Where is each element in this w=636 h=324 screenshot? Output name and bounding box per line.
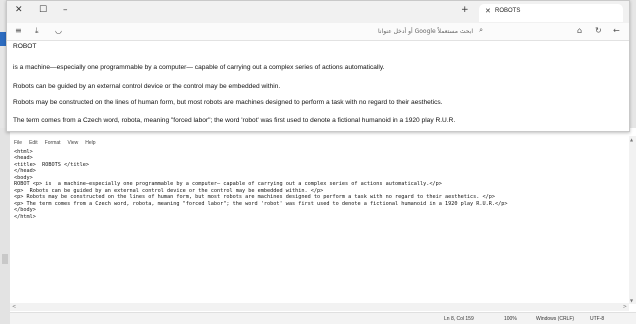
scroll-right-icon[interactable]: > [623, 304, 627, 310]
toolbar: ≡ ⤓ ◡ ابحث مستعملاً Google أو أدخل عنوان… [7, 23, 629, 41]
minimize-icon[interactable]: – [63, 5, 68, 15]
browser-window: ✕ ☐ – + ✕ ROBOTS ≡ ⤓ ◡ ابحث مستعملاً Goo… [6, 0, 630, 132]
tab-title: ROBOTS [495, 8, 521, 14]
editor-line: </html> [14, 213, 36, 220]
encoding: UTF-8 [590, 316, 605, 322]
paragraph: is a machine—especially one programmable… [13, 64, 385, 71]
menu-view[interactable]: View [68, 140, 79, 146]
menu-icon[interactable]: ≡ [15, 26, 22, 35]
scroll-up-icon[interactable]: ▲ [630, 137, 633, 142]
close-window-icon[interactable]: ✕ [15, 5, 23, 15]
download-icon[interactable]: ⤓ [35, 26, 39, 36]
page-heading: ROBOT [13, 43, 37, 50]
menu-edit[interactable]: Edit [29, 140, 38, 146]
paragraph: The term comes from a Czech word, robota… [13, 117, 456, 124]
scroll-down-icon[interactable]: ▼ [630, 298, 633, 303]
status-bar: Ln 8, Col 159 100% Windows (CRLF) UTF-8 [10, 312, 636, 324]
maximize-icon[interactable]: ☐ [39, 5, 47, 15]
reload-icon[interactable]: ↻ [595, 26, 602, 35]
notepad-menubar: File Edit Format View Help [14, 140, 96, 146]
url-placeholder: ابحث مستعملاً Google أو أدخل عنوانا [378, 28, 473, 35]
menu-file[interactable]: File [14, 140, 22, 146]
scroll-left-icon[interactable]: < [12, 304, 16, 310]
paragraph: Robots can be guided by an external cont… [13, 83, 281, 90]
vertical-scrollbar[interactable]: ▲ ▼ [629, 136, 636, 304]
zoom-level: 100% [504, 316, 517, 322]
horizontal-scrollbar[interactable]: < > [10, 303, 629, 311]
home-icon[interactable]: ⌂ [577, 26, 582, 35]
close-tab-icon[interactable]: ✕ [485, 7, 491, 15]
line-ending: Windows (CRLF) [536, 316, 575, 322]
back-arrow-icon[interactable]: ← [613, 26, 620, 35]
left-strip [0, 128, 10, 324]
left-strip-block [2, 254, 8, 264]
url-bar[interactable]: ابحث مستعملاً Google أو أدخل عنوانا ⌕ [157, 26, 485, 38]
pocket-icon[interactable]: ◡ [55, 26, 62, 35]
paragraph: Robots may be constructed on the lines o… [13, 99, 443, 106]
new-tab-icon[interactable]: + [461, 5, 469, 15]
cursor-position: Ln 8, Col 159 [444, 316, 474, 322]
tab-robots[interactable]: ✕ ROBOTS [479, 4, 623, 22]
notepad-editor[interactable]: <html> <head> <title> ROBOTS </title> </… [14, 149, 626, 279]
search-icon: ⌕ [479, 26, 483, 34]
menu-format[interactable]: Format [45, 140, 61, 146]
menu-help[interactable]: Help [85, 140, 95, 146]
title-bar: ✕ ☐ – + ✕ ROBOTS [7, 1, 629, 23]
